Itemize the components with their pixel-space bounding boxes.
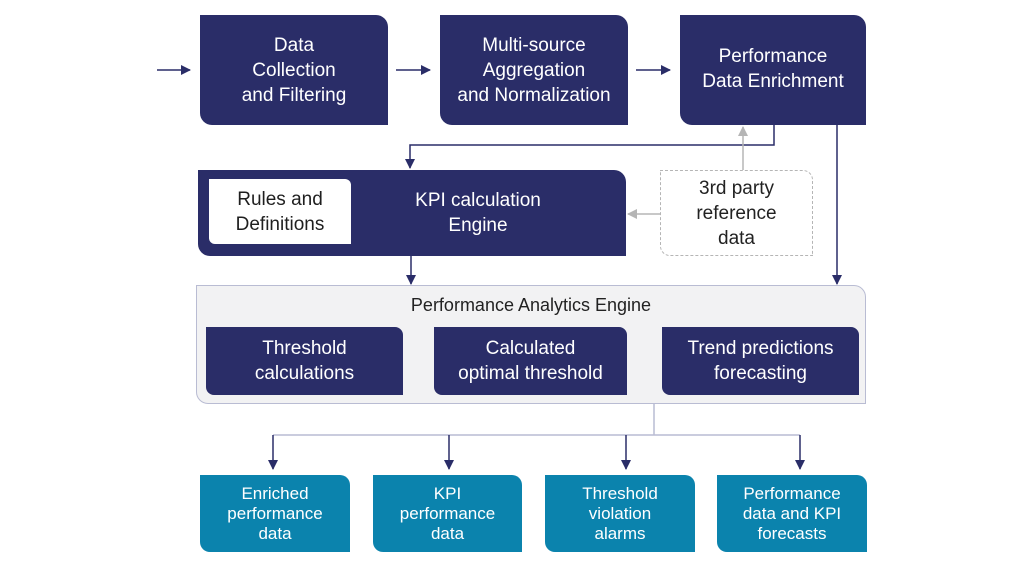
data-collection-box: Data Collection and Filtering — [200, 15, 388, 125]
analytics-engine-panel: Performance Analytics Engine Threshold c… — [196, 285, 866, 404]
output-enriched-performance-data: Enriched performance data — [200, 475, 350, 552]
threshold-calculations-label: Threshold calculations — [254, 338, 355, 384]
trend-forecasting-box: Trend predictions forecasting — [662, 327, 859, 395]
output-kpi-performance-data: KPI performance data — [373, 475, 522, 552]
trend-forecasting-label: Trend predictions forecasting — [687, 338, 834, 384]
output-label: Threshold violation alarms — [582, 483, 658, 543]
threshold-calculations-box: Threshold calculations — [206, 327, 403, 395]
aggregation-label: Multi-source Aggregation and Normalizati… — [457, 34, 611, 106]
output-label: Performance data and KPI forecasts — [742, 483, 842, 543]
rules-definitions-label: Rules and Definitions — [235, 188, 325, 235]
third-party-reference-box: 3rd party reference data — [660, 170, 813, 256]
data-collection-label: Data Collection and Filtering — [241, 34, 347, 106]
kpi-engine-label: KPI calculation Engine — [415, 190, 541, 236]
output-performance-kpi-forecasts: Performance data and KPI forecasts — [717, 475, 867, 552]
output-label: KPI performance data — [399, 483, 496, 543]
output-label: Enriched performance data — [227, 483, 323, 543]
arrow-enrichment-to-kpi — [405, 125, 775, 169]
aggregation-box: Multi-source Aggregation and Normalizati… — [440, 15, 628, 125]
kpi-engine-box: Rules and Definitions KPI calculation En… — [198, 170, 626, 256]
optimal-threshold-label: Calculated optimal threshold — [458, 338, 603, 384]
enrichment-label: Performance Data Enrichment — [702, 46, 844, 92]
analytics-engine-title: Performance Analytics Engine — [410, 295, 652, 315]
third-party-reference-label: 3rd party reference data — [696, 177, 777, 249]
enrichment-box: Performance Data Enrichment — [680, 15, 866, 125]
output-threshold-violation-alarms: Threshold violation alarms — [545, 475, 695, 552]
rules-definitions-box: Rules and Definitions — [209, 179, 351, 244]
optimal-threshold-box: Calculated optimal threshold — [434, 327, 627, 395]
